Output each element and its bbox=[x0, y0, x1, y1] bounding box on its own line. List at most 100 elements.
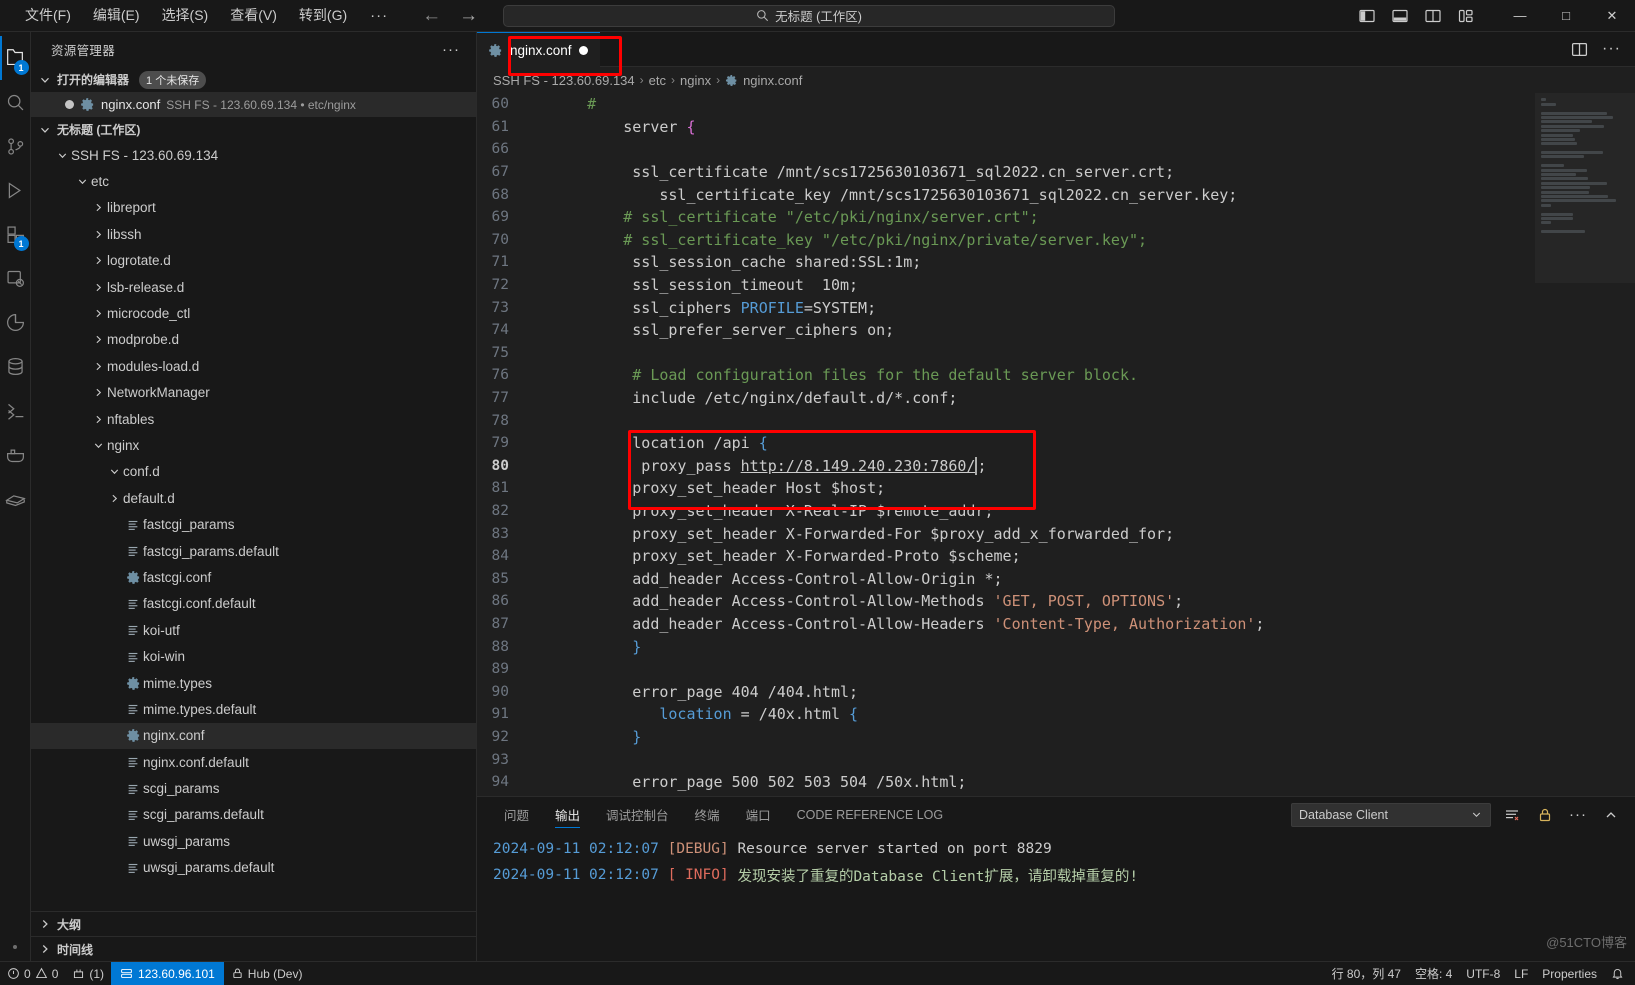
code-line[interactable]: 87 add_header Access-Control-Allow-Heade… bbox=[477, 613, 1535, 636]
code-line[interactable]: 77 include /etc/nginx/default.d/*.conf; bbox=[477, 387, 1535, 410]
status-language-mode[interactable]: Properties bbox=[1535, 962, 1604, 985]
lock-scroll-icon[interactable] bbox=[1533, 803, 1557, 827]
tree-file-scgi-params[interactable]: scgi_params bbox=[31, 775, 476, 801]
code-line[interactable]: 86 add_header Access-Control-Allow-Metho… bbox=[477, 590, 1535, 613]
toggle-primary-sidebar-icon[interactable] bbox=[1352, 2, 1382, 30]
tree-folder-modprobe-d[interactable]: modprobe.d bbox=[31, 327, 476, 353]
activity-source-control-icon[interactable] bbox=[0, 124, 31, 168]
code-line[interactable]: 78 bbox=[477, 409, 1535, 432]
code-line[interactable]: 71 ssl_session_cache shared:SSL:1m; bbox=[477, 251, 1535, 274]
section-workspace[interactable]: 无标题 (工作区) bbox=[31, 117, 476, 142]
panel-tab-terminal[interactable]: 终端 bbox=[682, 797, 733, 832]
code-line[interactable]: 69 # ssl_certificate "/etc/pki/nginx/ser… bbox=[477, 206, 1535, 229]
code-line[interactable]: 91 location = /40x.html { bbox=[477, 703, 1535, 726]
menu-selection[interactable]: 选择(S) bbox=[151, 3, 220, 28]
file-tree[interactable]: SSH FS - 123.60.69.134 etc libreport libss… bbox=[31, 142, 476, 911]
output-content[interactable]: 2024-09-11 02:12:07 [DEBUG] Resource ser… bbox=[477, 832, 1635, 961]
toggle-panel-icon[interactable] bbox=[1385, 2, 1415, 30]
tree-file-nginx-conf-default[interactable]: nginx.conf.default bbox=[31, 749, 476, 775]
breadcrumb-item-3[interactable]: nginx.conf bbox=[743, 73, 802, 88]
status-indentation[interactable]: 空格: 4 bbox=[1408, 962, 1459, 985]
code-editor[interactable]: 60 #61 server {66 67 ssl_certificate /mnt… bbox=[477, 93, 1635, 796]
tree-file-koi-win[interactable]: koi-win bbox=[31, 643, 476, 669]
tree-folder-default-d[interactable]: default.d bbox=[31, 485, 476, 511]
code-line[interactable]: 60 # bbox=[477, 93, 1535, 116]
status-ports[interactable]: (1) bbox=[65, 962, 111, 985]
tree-folder-logrotate-d[interactable]: logrotate.d bbox=[31, 248, 476, 274]
tree-file-uwsgi-params-default[interactable]: uwsgi_params.default bbox=[31, 855, 476, 881]
code-line[interactable]: 94 error_page 500 502 503 504 /50x.html; bbox=[477, 771, 1535, 794]
code-line[interactable]: 72 ssl_session_timeout 10m; bbox=[477, 274, 1535, 297]
collapse-panel-icon[interactable] bbox=[1599, 803, 1623, 827]
code-line[interactable]: 61 server { bbox=[477, 116, 1535, 139]
code-line[interactable]: 92 } bbox=[477, 726, 1535, 749]
activity-ssh-fs-icon[interactable] bbox=[0, 476, 31, 520]
panel-tab-debug-console[interactable]: 调试控制台 bbox=[593, 797, 682, 832]
panel-tab-problems[interactable]: 问题 bbox=[491, 797, 542, 832]
code-line[interactable]: 88 } bbox=[477, 635, 1535, 658]
code-line[interactable]: 84 proxy_set_header X-Forwarded-Proto $s… bbox=[477, 545, 1535, 568]
panel-tab-ports[interactable]: 端口 bbox=[733, 797, 784, 832]
tree-file-scgi-params-default[interactable]: scgi_params.default bbox=[31, 802, 476, 828]
tree-file-koi-utf[interactable]: koi-utf bbox=[31, 617, 476, 643]
code-line[interactable]: 68 ssl_certificate_key /mnt/scs172563010… bbox=[477, 183, 1535, 206]
menu-file[interactable]: 文件(F) bbox=[14, 3, 82, 28]
tree-folder-nginx[interactable]: nginx bbox=[31, 432, 476, 458]
toggle-secondary-sidebar-icon[interactable] bbox=[1418, 2, 1448, 30]
code-line[interactable]: 89 bbox=[477, 658, 1535, 681]
menu-go[interactable]: 转到(G) bbox=[288, 3, 358, 28]
breadcrumb-item-0[interactable]: SSH FS - 123.60.69.134 bbox=[493, 73, 635, 88]
dirty-indicator-icon[interactable] bbox=[65, 100, 74, 109]
tree-file-nginx-conf[interactable]: nginx.conf bbox=[31, 722, 476, 749]
activity-search-icon[interactable] bbox=[0, 80, 31, 124]
code-line[interactable]: 67 ssl_certificate /mnt/scs1725630103671… bbox=[477, 161, 1535, 184]
activity-code-runner-icon[interactable] bbox=[0, 388, 31, 432]
code-line[interactable]: 93 bbox=[477, 748, 1535, 771]
tree-file-fastcgi-conf-default[interactable]: fastcgi.conf.default bbox=[31, 591, 476, 617]
tree-file-fastcgi-params[interactable]: fastcgi_params bbox=[31, 511, 476, 537]
status-hub-dev[interactable]: Hub (Dev) bbox=[224, 962, 310, 985]
code-lines[interactable]: 60 #61 server {66 67 ssl_certificate /mnt… bbox=[477, 93, 1535, 796]
customize-layout-icon[interactable] bbox=[1451, 2, 1481, 30]
code-line[interactable]: 76 # Load configuration files for the de… bbox=[477, 364, 1535, 387]
status-bell-icon[interactable] bbox=[1604, 962, 1631, 985]
tree-file-fastcgi-conf[interactable]: fastcgi.conf bbox=[31, 564, 476, 590]
tree-folder-nftables[interactable]: nftables bbox=[31, 406, 476, 432]
editor-more-actions-icon[interactable]: ··· bbox=[1602, 41, 1621, 57]
breadcrumb-item-2[interactable]: nginx bbox=[680, 73, 711, 88]
menu-view[interactable]: 查看(V) bbox=[219, 3, 288, 28]
tree-folder-microcode-ctl[interactable]: microcode_ctl bbox=[31, 300, 476, 326]
code-line[interactable]: 70 # ssl_certificate_key "/etc/pki/nginx… bbox=[477, 229, 1535, 252]
tree-folder-libssh[interactable]: libssh bbox=[31, 221, 476, 247]
open-editor-item[interactable]: nginx.conf SSH FS - 123.60.69.134 • etc/… bbox=[31, 92, 476, 117]
clear-output-icon[interactable] bbox=[1500, 803, 1524, 827]
forward-icon[interactable]: → bbox=[459, 6, 478, 25]
code-line[interactable]: 74 ssl_prefer_server_ciphers on; bbox=[477, 319, 1535, 342]
minimap-slider[interactable] bbox=[1535, 93, 1635, 283]
code-line[interactable]: 85 add_header Access-Control-Allow-Origi… bbox=[477, 567, 1535, 590]
menu-more-icon[interactable]: ··· bbox=[358, 5, 400, 26]
sidebar-more-actions-icon[interactable]: ··· bbox=[436, 41, 466, 58]
activity-docker-icon[interactable] bbox=[0, 432, 31, 476]
tree-folder-libreport[interactable]: libreport bbox=[31, 195, 476, 221]
code-line[interactable]: 66 bbox=[477, 138, 1535, 161]
tree-folder-networkmanager[interactable]: NetworkManager bbox=[31, 380, 476, 406]
tree-row-root[interactable]: SSH FS - 123.60.69.134 bbox=[31, 142, 476, 168]
close-button[interactable]: ✕ bbox=[1589, 0, 1635, 32]
code-line[interactable]: 75 bbox=[477, 342, 1535, 365]
section-open-editors[interactable]: 打开的编辑器 1 个未保存 bbox=[31, 67, 476, 92]
status-problems[interactable]: 0 0 bbox=[0, 962, 65, 985]
tree-file-fastcgi-params-default[interactable]: fastcgi_params.default bbox=[31, 538, 476, 564]
sidebar-section-timeline[interactable]: 时间线 bbox=[31, 936, 476, 961]
code-line[interactable]: 79 location /api { bbox=[477, 432, 1535, 455]
activity-run-debug-icon[interactable] bbox=[0, 168, 31, 212]
panel-tab-output[interactable]: 输出 bbox=[542, 797, 593, 832]
code-line[interactable]: 83 proxy_set_header X-Forwarded-For $pro… bbox=[477, 522, 1535, 545]
minimap[interactable] bbox=[1535, 93, 1635, 796]
status-eol[interactable]: LF bbox=[1507, 962, 1535, 985]
activity-database-icon[interactable] bbox=[0, 344, 31, 388]
tree-file-mime-types-default[interactable]: mime.types.default bbox=[31, 696, 476, 722]
tab-dirty-indicator-icon[interactable] bbox=[578, 45, 588, 55]
minimize-button[interactable]: — bbox=[1497, 0, 1543, 32]
breadcrumb-item-1[interactable]: etc bbox=[649, 73, 666, 88]
